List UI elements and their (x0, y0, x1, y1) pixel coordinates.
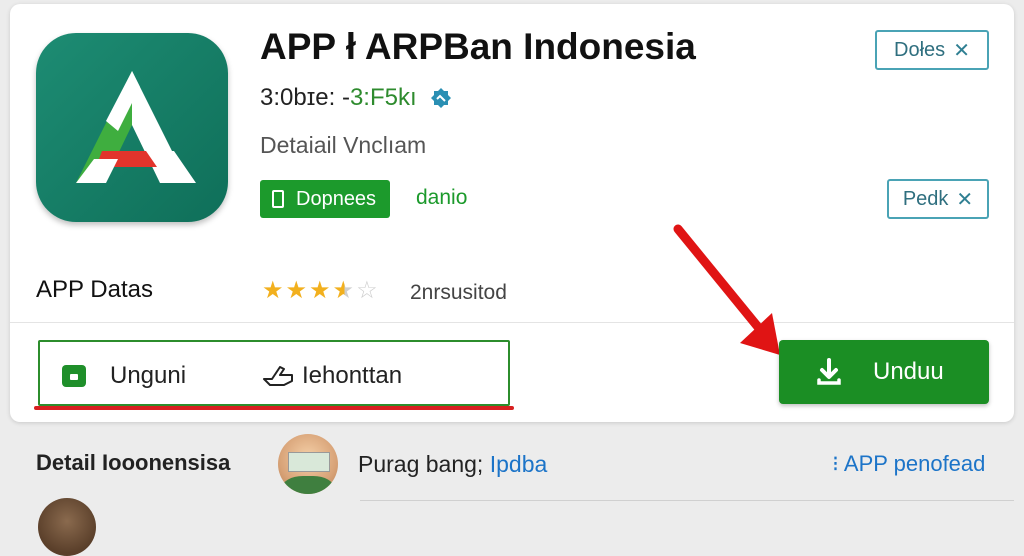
bag-icon (62, 365, 86, 387)
mid-button-label: Pedk (902, 187, 949, 210)
avatar-band (288, 452, 330, 472)
avatar-body (282, 476, 334, 494)
verified-badge-icon (430, 88, 451, 108)
download-button[interactable]: Unduu (779, 340, 989, 404)
divider (10, 322, 1014, 323)
star-empty-icon: ☆ (356, 277, 378, 304)
avatar[interactable] (278, 434, 338, 494)
divider (360, 500, 1014, 501)
app-subtitle: Detaiail Vnclıam (260, 132, 427, 158)
rating-label: APP Datas (36, 276, 153, 303)
bottom-text: Purag bang; Ipdba (358, 451, 547, 478)
action-item-label: Iehonttan (302, 362, 403, 389)
category-badge[interactable]: Dopnees (260, 180, 391, 218)
star-icon: ★ (262, 277, 284, 304)
star-half-icon: ★ (332, 277, 355, 304)
section-title: Detail Iooonensisa (36, 450, 231, 475)
star-icon: ★ (285, 277, 308, 304)
star-icon: ★ (309, 277, 331, 304)
version-row: 3:0bɪe: - 3:F5kı (260, 84, 453, 112)
star-rating: ★ ★ ★ ★ ☆ (262, 278, 380, 304)
download-icon (817, 358, 841, 385)
badge-side-text: danio (416, 186, 468, 209)
app-report-link[interactable]: ⁝ APP penofead (832, 451, 985, 477)
mid-outline-button[interactable]: Pedk ✕ (887, 179, 989, 219)
app-icon[interactable] (36, 33, 228, 222)
red-underline-annotation (34, 406, 514, 410)
phone-icon (272, 190, 284, 208)
action-item-unguni[interactable]: Unguni (62, 362, 186, 390)
download-label: Unduu (873, 358, 944, 385)
close-icon: ✕ (953, 39, 970, 62)
version-highlight: 3:F5kı (349, 84, 417, 111)
app-logo-a-icon (76, 71, 196, 183)
bottom-text-label: Purag bang; (358, 451, 490, 477)
badge-label: Dopnees (296, 187, 377, 210)
top-button-label: Dołes (894, 38, 946, 61)
action-item-share[interactable]: Iehonttan (262, 362, 402, 390)
share-hand-icon (263, 366, 293, 386)
top-outline-button[interactable]: Dołes ✕ (875, 30, 989, 70)
app-title: APP ł ARPBan Indonesia (260, 26, 696, 67)
action-item-label: Unguni (110, 362, 187, 389)
bottom-link[interactable]: Ipdba (490, 451, 548, 477)
version-prefix: 3:0bɪe: - (260, 84, 350, 111)
review-count: 2nrsusitod (410, 281, 507, 304)
close-icon: ✕ (956, 188, 974, 211)
avatar[interactable] (38, 498, 96, 556)
